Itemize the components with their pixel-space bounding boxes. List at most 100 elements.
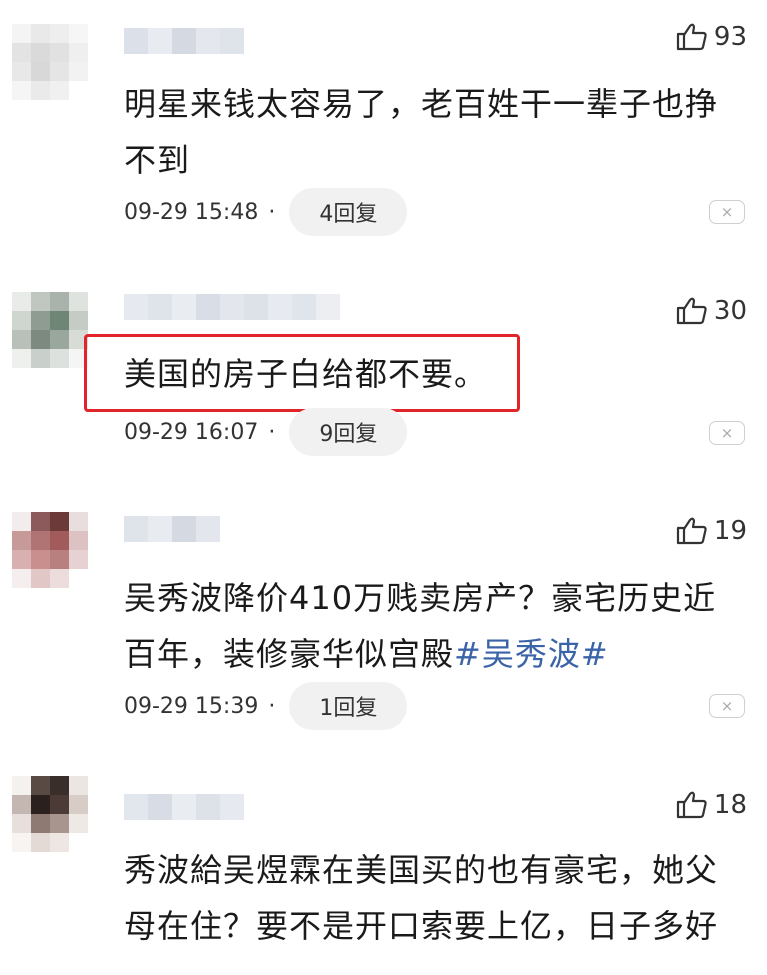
avatar-pixel: [12, 292, 31, 311]
avatar-pixel: [69, 292, 88, 311]
avatar-pixel: [50, 24, 69, 43]
avatar-pixel: [50, 814, 69, 833]
avatar-pixel: [69, 833, 88, 852]
avatar[interactable]: [12, 24, 88, 100]
avatar-pixel: [12, 311, 31, 330]
avatar-pixel: [31, 814, 50, 833]
timestamp: 09-29 15:48: [124, 199, 259, 225]
avatar-pixel: [12, 81, 31, 100]
avatar-pixel: [69, 62, 88, 81]
username-blurred[interactable]: [124, 28, 244, 54]
avatar-pixel: [31, 330, 50, 349]
separator-dot: ·: [268, 693, 276, 719]
like-count: 93: [713, 22, 747, 52]
timestamp: 09-29 16:07: [124, 419, 259, 445]
hashtag-link[interactable]: #吴秀波#: [454, 635, 609, 673]
username-pixel: [124, 516, 148, 542]
avatar-pixel: [31, 311, 50, 330]
avatar-pixel: [12, 531, 31, 550]
username-pixel: [196, 794, 220, 820]
avatar-pixel: [12, 795, 31, 814]
avatar-pixel: [50, 43, 69, 62]
avatar-pixel: [31, 833, 50, 852]
comment-meta: 09-29 15:48 · 4回复: [124, 188, 408, 236]
avatar-pixel: [12, 349, 31, 368]
avatar-pixel: [50, 330, 69, 349]
avatar-pixel: [31, 569, 50, 588]
avatar-pixel: [31, 512, 50, 531]
avatar-pixel: [69, 81, 88, 100]
avatar-pixel: [12, 569, 31, 588]
avatar-pixel: [50, 292, 69, 311]
comment-text: 美国的房子白给都不要。: [124, 355, 488, 393]
avatar-pixel: [69, 569, 88, 588]
reply-count-label: 9回复: [319, 422, 378, 447]
username-pixel: [172, 294, 196, 320]
avatar-pixel: [69, 776, 88, 795]
username-pixel: [268, 294, 292, 320]
avatar-pixel: [50, 569, 69, 588]
avatar-pixel: [12, 62, 31, 81]
reply-count-button[interactable]: 4回复: [289, 188, 408, 236]
avatar-pixel: [31, 550, 50, 569]
like-count: 19: [713, 516, 747, 546]
comment-meta: 09-29 16:07 · 9回复: [124, 408, 408, 456]
avatar-pixel: [69, 795, 88, 814]
avatar-pixel: [12, 24, 31, 43]
avatar-pixel: [69, 512, 88, 531]
avatar-pixel: [50, 311, 69, 330]
username-pixel: [148, 516, 172, 542]
avatar-pixel: [69, 24, 88, 43]
username-pixel: [172, 794, 196, 820]
avatar-pixel: [31, 24, 50, 43]
username-blurred[interactable]: [124, 794, 244, 820]
avatar-pixel: [12, 833, 31, 852]
comment-text: 吴秀波降价410万贱卖房产？豪宅历史近百年，装修豪华似宫殿#吴秀波#: [124, 570, 749, 682]
avatar-pixel: [50, 550, 69, 569]
like-button[interactable]: 93: [676, 22, 747, 52]
separator-dot: ·: [268, 199, 276, 225]
username-pixel: [148, 28, 172, 54]
avatar-pixel: [69, 814, 88, 833]
close-icon[interactable]: ×: [709, 200, 745, 224]
username-pixel: [196, 28, 220, 54]
avatar-pixel: [31, 795, 50, 814]
avatar-pixel: [50, 795, 69, 814]
like-button[interactable]: 30: [676, 296, 747, 326]
reply-count-label: 4回复: [319, 202, 378, 227]
avatar[interactable]: [12, 776, 88, 852]
username-pixel: [148, 294, 172, 320]
reply-count-label: 1回复: [319, 696, 378, 721]
avatar[interactable]: [12, 292, 88, 368]
comment-text: 秀波給吴煜霖在美国买的也有豪宅，她父母在住？要不是开口索要上亿，日子多好: [124, 851, 719, 945]
thumbs-up-icon: [676, 791, 707, 819]
username-pixel: [196, 516, 220, 542]
avatar-pixel: [31, 349, 50, 368]
username-pixel: [124, 794, 148, 820]
username-blurred[interactable]: [124, 294, 340, 320]
username-blurred[interactable]: [124, 516, 220, 542]
username-pixel: [172, 516, 196, 542]
avatar-pixel: [69, 43, 88, 62]
reply-count-button[interactable]: 9回复: [289, 408, 408, 456]
avatar-pixel: [31, 531, 50, 550]
avatar-pixel: [31, 81, 50, 100]
like-button[interactable]: 19: [676, 516, 747, 546]
avatar-pixel: [69, 311, 88, 330]
username-pixel: [220, 294, 244, 320]
comment-meta: 09-29 15:39 · 1回复: [124, 682, 408, 730]
comment-text: 明星来钱太容易了，老百姓干一辈子也挣不到: [124, 85, 719, 179]
thumbs-up-icon: [676, 297, 707, 325]
reply-count-button[interactable]: 1回复: [289, 682, 408, 730]
timestamp: 09-29 15:39: [124, 693, 259, 719]
avatar[interactable]: [12, 512, 88, 588]
close-icon[interactable]: ×: [709, 421, 745, 445]
avatar-pixel: [50, 349, 69, 368]
avatar-pixel: [12, 43, 31, 62]
username-pixel: [220, 28, 244, 54]
username-pixel: [220, 794, 244, 820]
like-count: 30: [713, 296, 747, 326]
like-button[interactable]: 18: [676, 790, 747, 820]
avatar-pixel: [50, 62, 69, 81]
close-icon[interactable]: ×: [709, 694, 745, 718]
